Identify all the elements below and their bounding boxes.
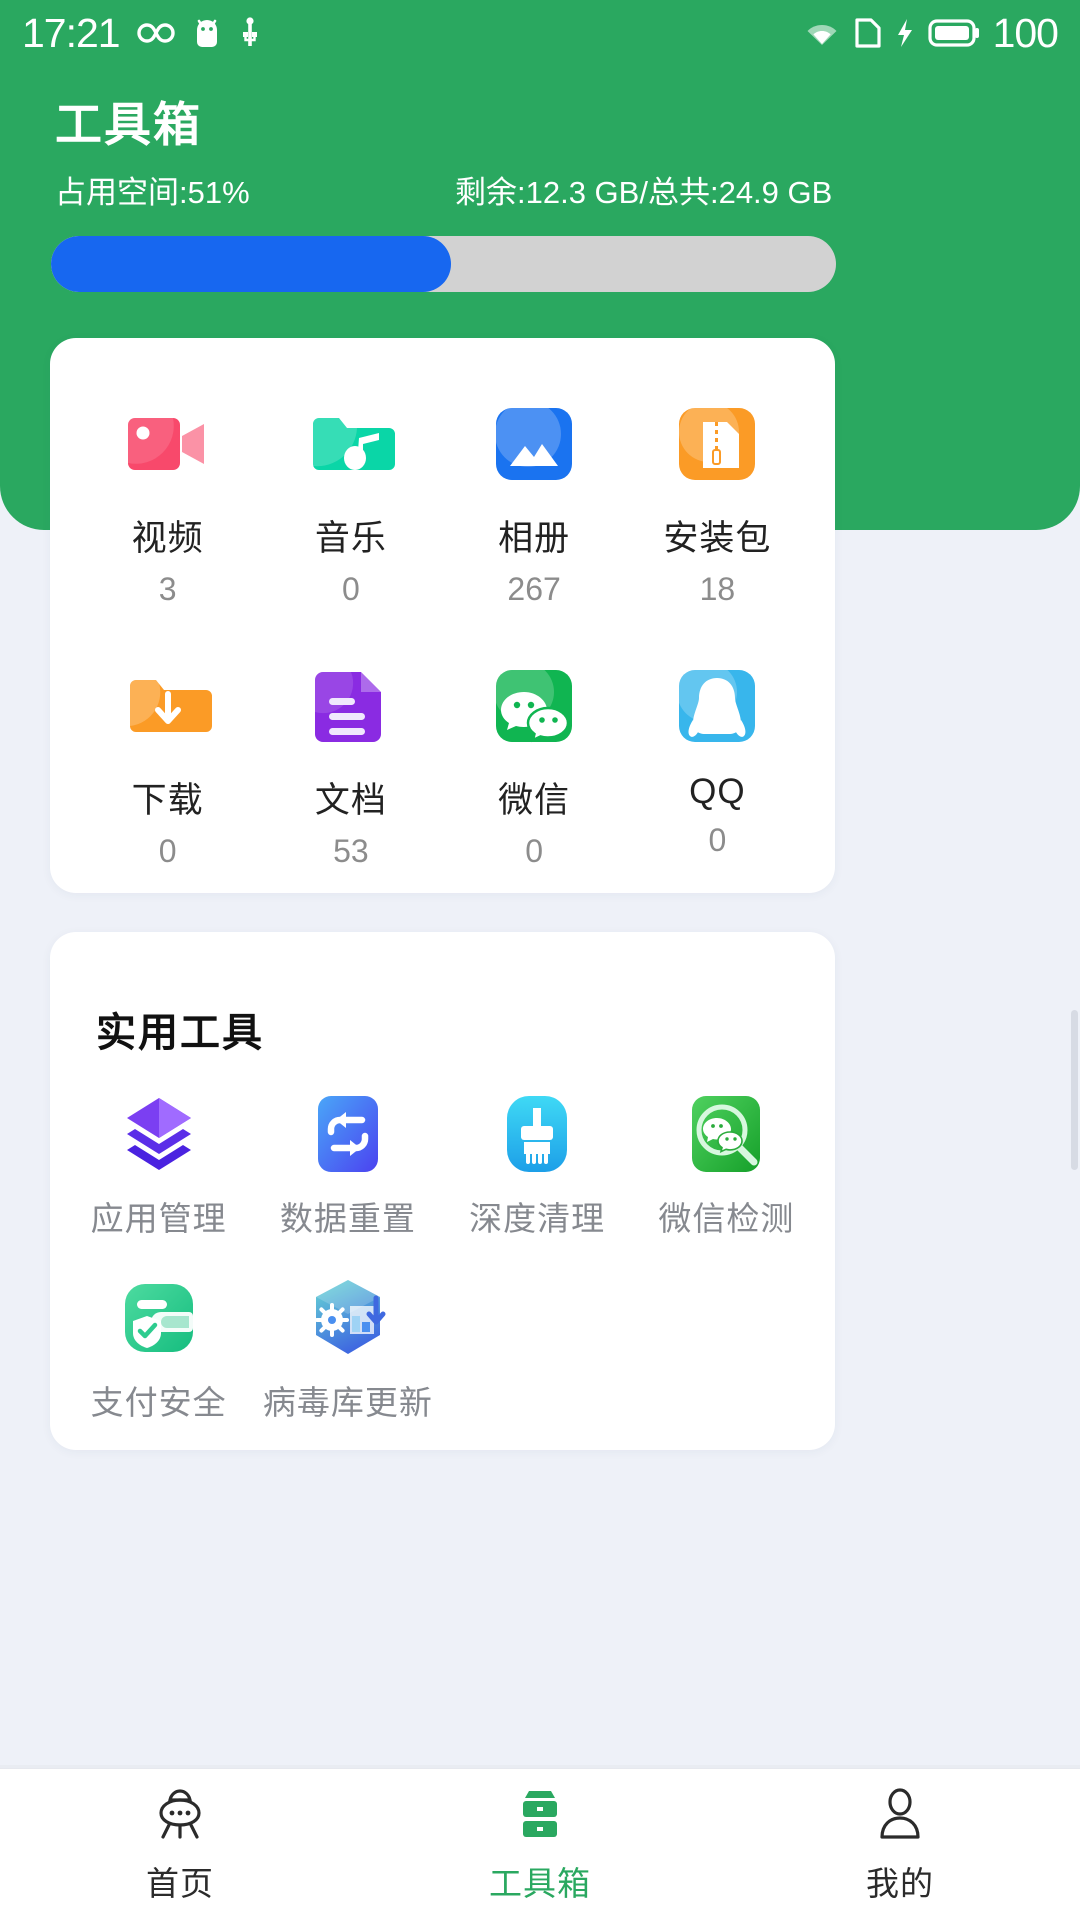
status-bar-left: 17:21 bbox=[22, 13, 262, 54]
file-category-tile[interactable]: 相册 267 bbox=[443, 396, 626, 608]
nav-item-label: 工具箱 bbox=[489, 1857, 591, 1905]
file-category-tile[interactable]: 安装包 18 bbox=[626, 396, 809, 608]
download-folder-icon bbox=[120, 658, 216, 754]
file-category-tile[interactable]: QQ 0 bbox=[626, 658, 809, 870]
wallet-shield-icon bbox=[117, 1276, 201, 1360]
used-space-label: 占用空间:51% bbox=[55, 167, 455, 212]
scrollbar-thumb[interactable] bbox=[1071, 1010, 1078, 1170]
file-category-count: 18 bbox=[700, 571, 736, 608]
nav-item-label: 首页 bbox=[146, 1857, 214, 1905]
wechat-icon bbox=[486, 658, 582, 754]
file-category-count: 0 bbox=[708, 822, 726, 859]
file-category-count: 0 bbox=[159, 833, 177, 870]
file-category-label: 下载 bbox=[132, 772, 204, 823]
file-category-count: 0 bbox=[342, 571, 360, 608]
battery-percent-label: 100 bbox=[993, 13, 1058, 54]
music-folder-icon bbox=[303, 396, 399, 492]
battery-icon bbox=[928, 17, 980, 49]
file-category-count: 0 bbox=[525, 833, 543, 870]
tools-section-title: 实用工具 bbox=[96, 1000, 264, 1058]
wifi-icon bbox=[803, 17, 841, 49]
tool-item[interactable]: 数据重置 bbox=[253, 1092, 442, 1240]
tool-item[interactable]: 病毒库更新 bbox=[253, 1276, 442, 1424]
tool-label: 支付安全 bbox=[91, 1376, 227, 1424]
file-category-count: 267 bbox=[507, 571, 560, 608]
file-category-count: 3 bbox=[159, 571, 177, 608]
sim-card-icon bbox=[854, 16, 882, 50]
toolbox-icon bbox=[509, 1785, 571, 1843]
tool-item[interactable]: 支付安全 bbox=[64, 1276, 253, 1424]
nav-item-home-rocket[interactable]: 首页 bbox=[0, 1785, 360, 1905]
tool-label: 应用管理 bbox=[91, 1192, 227, 1240]
file-category-tile[interactable]: 文档 53 bbox=[259, 658, 442, 870]
tool-label: 数据重置 bbox=[280, 1192, 416, 1240]
person-icon bbox=[869, 1785, 931, 1843]
file-category-label: 微信 bbox=[498, 772, 570, 823]
status-bar-right: 100 bbox=[803, 13, 1058, 54]
page-title: 工具箱 bbox=[55, 86, 202, 155]
nav-item-person[interactable]: 我的 bbox=[720, 1785, 1080, 1905]
free-total-label: 剩余:12.3 GB/总共:24.9 GB bbox=[455, 167, 1025, 212]
tool-item[interactable]: 应用管理 bbox=[64, 1092, 253, 1240]
nav-item-toolbox[interactable]: 工具箱 bbox=[360, 1785, 720, 1905]
file-category-label: 音乐 bbox=[315, 510, 387, 561]
tool-item[interactable]: 深度清理 bbox=[443, 1092, 632, 1240]
android-bug-icon bbox=[192, 17, 222, 49]
wechat-scan-icon bbox=[684, 1092, 768, 1176]
nav-item-label: 我的 bbox=[866, 1857, 934, 1905]
document-icon bbox=[303, 658, 399, 754]
file-category-label: 安装包 bbox=[663, 510, 771, 561]
file-categories-card: 视频 3 音乐 0 相册 267 安装包 18 下载 0 文档 53 bbox=[50, 338, 835, 893]
app-layers-icon bbox=[117, 1092, 201, 1176]
file-categories-grid: 视频 3 音乐 0 相册 267 安装包 18 下载 0 文档 53 bbox=[50, 338, 835, 870]
file-category-label: 视频 bbox=[132, 510, 204, 561]
qq-penguin-icon bbox=[669, 658, 765, 754]
tool-label: 病毒库更新 bbox=[263, 1376, 433, 1424]
data-swap-icon bbox=[306, 1092, 390, 1176]
charging-bolt-icon bbox=[895, 17, 915, 49]
tools-card: 实用工具 应用管理 数据重置 深度清理 bbox=[50, 932, 835, 1450]
storage-summary: 占用空间:51% 剩余:12.3 GB/总共:24.9 GB bbox=[0, 167, 1080, 212]
apk-package-icon bbox=[669, 396, 765, 492]
file-category-tile[interactable]: 下载 0 bbox=[76, 658, 259, 870]
storage-progress-bar bbox=[51, 236, 836, 292]
file-category-label: 相册 bbox=[498, 510, 570, 561]
file-category-label: QQ bbox=[689, 772, 745, 812]
clean-brush-icon bbox=[495, 1092, 579, 1176]
tool-label: 微信检测 bbox=[658, 1192, 794, 1240]
video-camera-icon bbox=[120, 396, 216, 492]
file-category-label: 文档 bbox=[315, 772, 387, 823]
bottom-navigation-bar: 首页 工具箱 我的 bbox=[0, 1768, 1080, 1920]
virus-db-update-icon bbox=[306, 1276, 390, 1360]
home-rocket-icon bbox=[149, 1785, 211, 1843]
tool-label: 深度清理 bbox=[469, 1192, 605, 1240]
tool-item[interactable]: 微信检测 bbox=[632, 1092, 821, 1240]
photo-mountain-icon bbox=[486, 396, 582, 492]
file-category-tile[interactable]: 视频 3 bbox=[76, 396, 259, 608]
status-bar-clock: 17:21 bbox=[22, 13, 120, 54]
file-category-tile[interactable]: 音乐 0 bbox=[259, 396, 442, 608]
file-category-tile[interactable]: 微信 0 bbox=[443, 658, 626, 870]
usb-icon bbox=[238, 16, 262, 50]
storage-progress-fill bbox=[51, 236, 451, 292]
infinity-icon bbox=[136, 18, 176, 48]
file-category-count: 53 bbox=[333, 833, 369, 870]
status-bar: 17:21 bbox=[0, 0, 1080, 66]
